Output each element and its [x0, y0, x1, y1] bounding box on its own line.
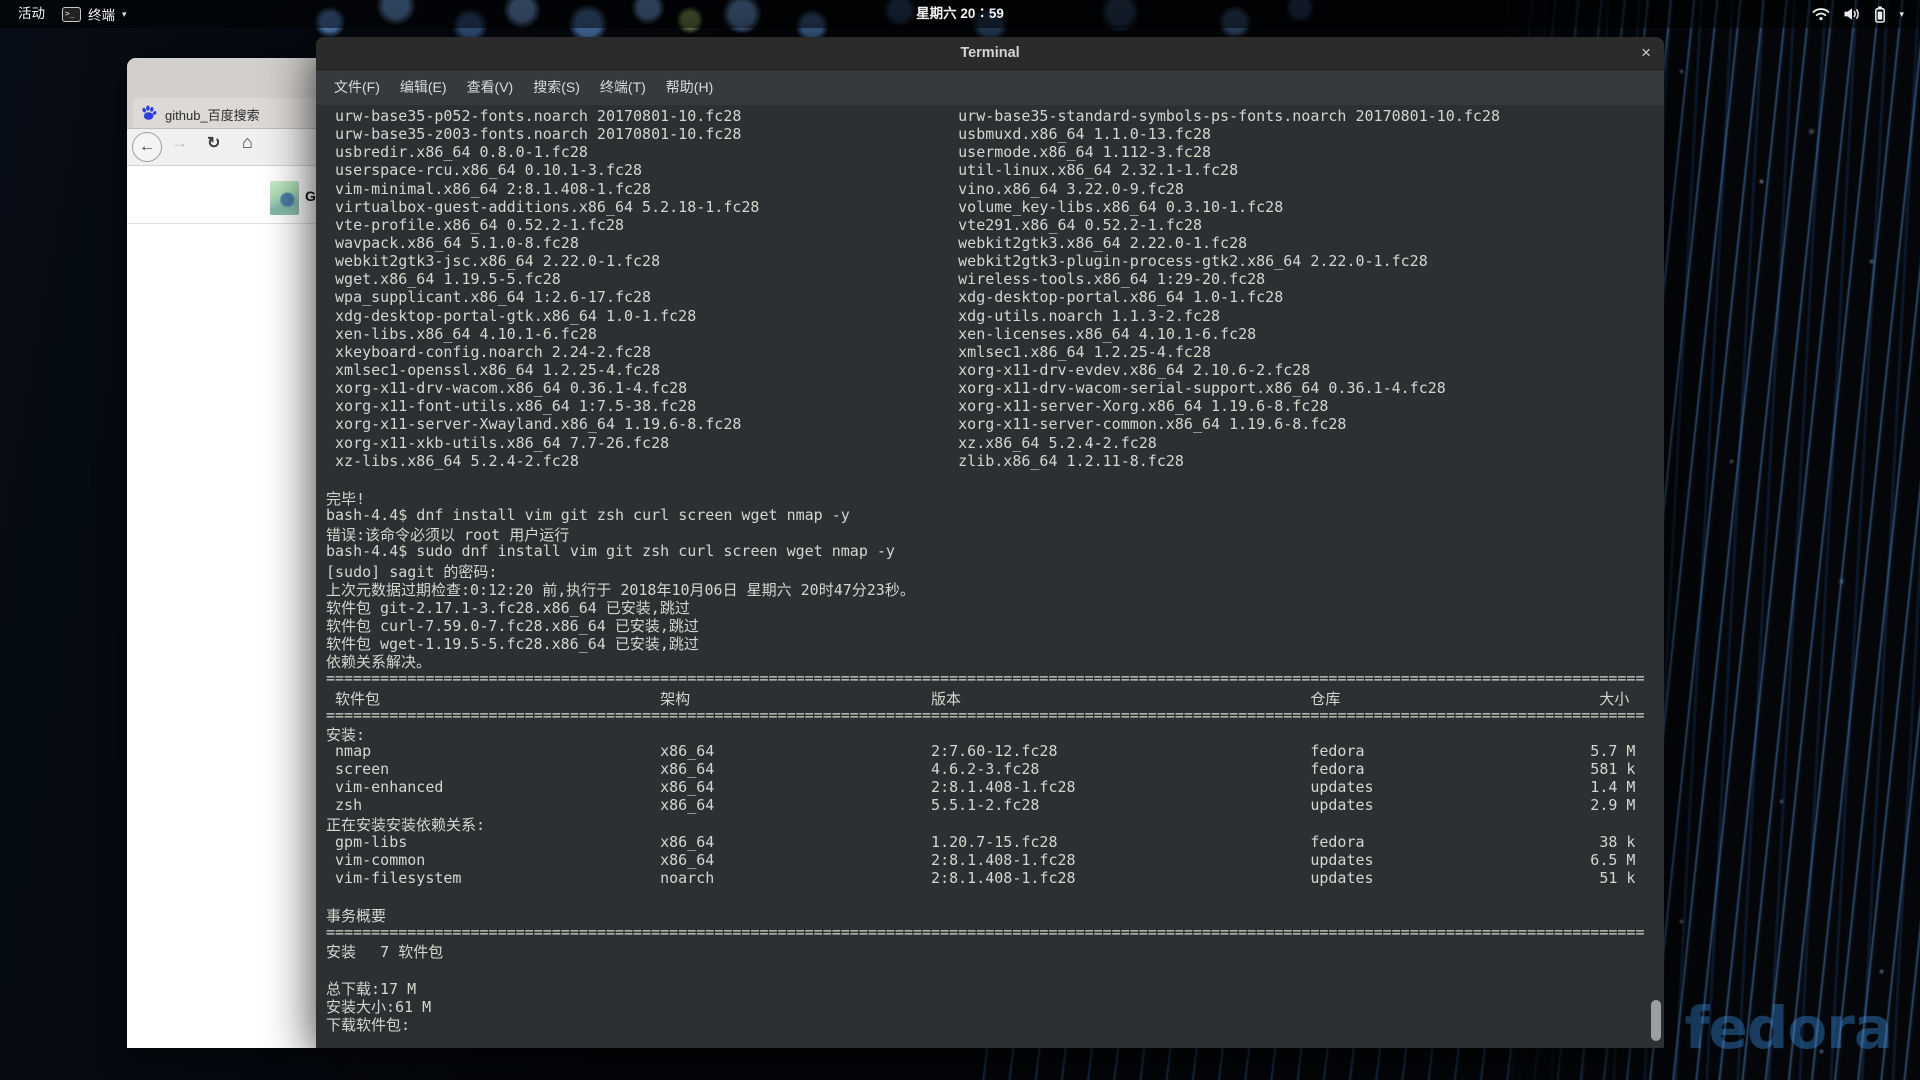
terminal-line: urw-base35-p052-fonts.noarch 20170801-10…: [326, 107, 1664, 125]
terminal-line: vte-profile.x86_64 0.52.2-1.fc28vte291.x…: [326, 216, 1664, 234]
back-button[interactable]: ←: [132, 132, 162, 162]
terminal-line: 依赖关系解决。: [326, 651, 1664, 669]
clock[interactable]: 星期六 20∶59: [0, 0, 1920, 28]
menu-terminal[interactable]: 终端(T): [590, 70, 656, 105]
terminal-line: [326, 887, 1664, 905]
terminal-line: xmlsec1-openssl.x86_64 1.2.25-4.fc28xorg…: [326, 361, 1664, 379]
volume-icon: [1843, 7, 1861, 21]
terminal-line: zshx86_645.5.1-2.fc28updates2.9 M: [326, 796, 1664, 814]
terminal-line: 总下载:17 M: [326, 978, 1664, 996]
browser-tab-title: github_百度搜索: [165, 105, 260, 124]
menu-file[interactable]: 文件(F): [324, 70, 390, 105]
terminal-line: vim-filesystemnoarch2:8.1.408-1.fc28upda…: [326, 869, 1664, 887]
terminal-line: xdg-desktop-portal-gtk.x86_64 1.0-1.fc28…: [326, 307, 1664, 325]
terminal-output[interactable]: urw-base35-p052-fonts.noarch 20170801-10…: [316, 105, 1664, 1048]
home-button[interactable]: ⌂: [242, 132, 253, 153]
terminal-titlebar: Terminal ×: [316, 37, 1664, 70]
browser-window: github_百度搜索 ← → ↻ ⌂ G: [127, 58, 317, 1048]
terminal-line: 下载软件包:: [326, 1014, 1664, 1032]
terminal-line: xorg-x11-server-Xwayland.x86_64 1.19.6-8…: [326, 415, 1664, 433]
terminal-line: gpm-libsx86_641.20.7-15.fc28fedora38 k: [326, 833, 1664, 851]
terminal-line: 事务概要: [326, 905, 1664, 923]
terminal-line: xorg-x11-font-utils.x86_64 1:7.5-38.fc28…: [326, 397, 1664, 415]
baidu-favicon-icon: [141, 105, 157, 121]
terminal-line: [326, 470, 1664, 488]
scrollbar-thumb[interactable]: [1651, 1000, 1661, 1041]
terminal-line: xz-libs.x86_64 5.2.4-2.fc28zlib.x86_64 1…: [326, 452, 1664, 470]
terminal-line: ========================================…: [326, 669, 1664, 687]
menu-view[interactable]: 查看(V): [457, 70, 524, 105]
terminal-line: userspace-rcu.x86_64 0.10.1-3.fc28util-l…: [326, 161, 1664, 179]
terminal-line: screenx86_644.6.2-3.fc28fedora581 k: [326, 760, 1664, 778]
terminal-line: 软件包架构版本仓库大小: [326, 688, 1664, 706]
forward-button[interactable]: →: [171, 133, 188, 153]
chevron-down-icon: ▾: [1899, 9, 1904, 20]
terminal-line: 软件包 wget-1.19.5-5.fc28.x86_64 已安装,跳过: [326, 633, 1664, 651]
terminal-line: 安装:: [326, 724, 1664, 742]
terminal-line: usbredir.x86_64 0.8.0-1.fc28usermode.x86…: [326, 143, 1664, 161]
terminal-line: 错误:该命令必须以 root 用户运行: [326, 524, 1664, 542]
top-bar: 活动 >_ 终端 ▾ 星期六 20∶59 ▾: [0, 0, 1920, 28]
terminal-line: nmapx86_642:7.60-12.fc28fedora5.7 M: [326, 742, 1664, 760]
terminal-line: [326, 960, 1664, 978]
browser-page-content: G: [127, 166, 317, 1048]
menu-search[interactable]: 搜索(S): [523, 70, 590, 105]
terminal-line: webkit2gtk3-jsc.x86_64 2.22.0-1.fc28webk…: [326, 252, 1664, 270]
terminal-line: 安装大小:61 M: [326, 996, 1664, 1014]
terminal-line: vim-enhancedx86_642:8.1.408-1.fc28update…: [326, 778, 1664, 796]
search-result-thumbnail[interactable]: [270, 181, 299, 215]
terminal-line: urw-base35-z003-fonts.noarch 20170801-10…: [326, 125, 1664, 143]
terminal-menubar: 文件(F)编辑(E)查看(V)搜索(S)终端(T)帮助(H): [316, 70, 1664, 105]
terminal-line: xen-libs.x86_64 4.10.1-6.fc28xen-license…: [326, 325, 1664, 343]
terminal-line: ========================================…: [326, 706, 1664, 724]
terminal-line: virtualbox-guest-additions.x86_64 5.2.18…: [326, 198, 1664, 216]
terminal-line: 软件包 curl-7.59.0-7.fc28.x86_64 已安装,跳过: [326, 615, 1664, 633]
battery-icon: [1874, 6, 1886, 23]
terminal-line: wget.x86_64 1.19.5-5.fc28wireless-tools.…: [326, 270, 1664, 288]
terminal-line: 正在安装安装依赖关系:: [326, 814, 1664, 832]
terminal-line: xkeyboard-config.noarch 2.24-2.fc28xmlse…: [326, 343, 1664, 361]
terminal-window: Terminal × 文件(F)编辑(E)查看(V)搜索(S)终端(T)帮助(H…: [316, 37, 1664, 1048]
system-menu[interactable]: ▾: [1812, 0, 1904, 28]
terminal-line: 完毕!: [326, 488, 1664, 506]
close-icon[interactable]: ×: [1641, 37, 1651, 69]
terminal-line: wavpack.x86_64 5.1.0-8.fc28webkit2gtk3.x…: [326, 234, 1664, 252]
browser-tab-bar: github_百度搜索: [127, 58, 317, 129]
terminal-line: bash-4.4$ dnf install vim git zsh curl s…: [326, 506, 1664, 524]
terminal-line: 安装7 软件包: [326, 941, 1664, 959]
terminal-line: vim-minimal.x86_64 2:8.1.408-1.fc28vino.…: [326, 180, 1664, 198]
terminal-line: vim-commonx86_642:8.1.408-1.fc28updates6…: [326, 851, 1664, 869]
menu-help[interactable]: 帮助(H): [656, 70, 723, 105]
terminal-line: xorg-x11-drv-wacom.x86_64 0.36.1-4.fc28x…: [326, 379, 1664, 397]
browser-toolbar: ← → ↻ ⌂: [127, 129, 317, 166]
menu-edit[interactable]: 编辑(E): [390, 70, 457, 105]
reload-button[interactable]: ↻: [207, 133, 220, 153]
terminal-line: bash-4.4$ sudo dnf install vim git zsh c…: [326, 542, 1664, 560]
browser-tab[interactable]: github_百度搜索: [133, 98, 317, 128]
terminal-line: xorg-x11-xkb-utils.x86_64 7.7-26.fc28xz.…: [326, 434, 1664, 452]
window-title: Terminal: [316, 37, 1664, 69]
page-divider: [127, 223, 317, 224]
terminal-line: 上次元数据过期检查:0:12:20 前,执行于 2018年10月06日 星期六 …: [326, 579, 1664, 597]
wifi-icon: [1812, 7, 1830, 21]
terminal-line: [sudo] sagit 的密码:: [326, 561, 1664, 579]
terminal-line: 软件包 git-2.17.1-3.fc28.x86_64 已安装,跳过: [326, 597, 1664, 615]
terminal-line: wpa_supplicant.x86_64 1:2.6-17.fc28xdg-d…: [326, 288, 1664, 306]
terminal-line: ========================================…: [326, 923, 1664, 941]
